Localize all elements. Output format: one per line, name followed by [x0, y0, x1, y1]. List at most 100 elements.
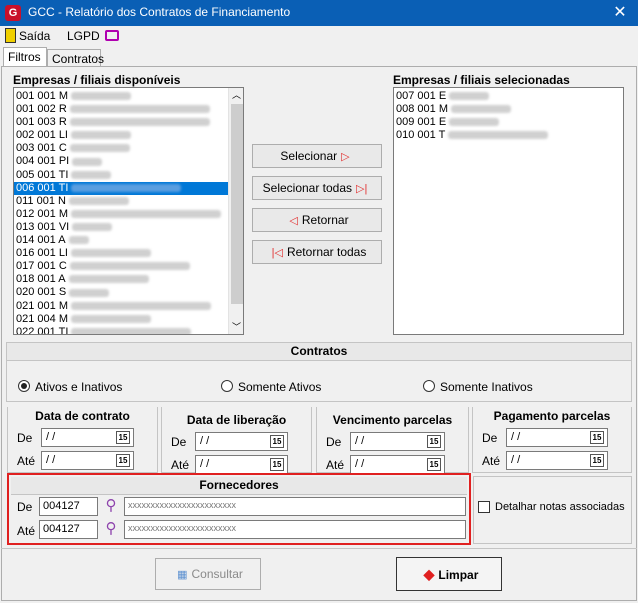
- date-group-title: Vencimento parcelas: [332, 413, 453, 427]
- list-item[interactable]: 021 004 M: [14, 313, 228, 326]
- detail-checkbox[interactable]: [478, 501, 490, 513]
- calendar-icon[interactable]: 15: [427, 435, 441, 448]
- date-to-input[interactable]: / / 15: [195, 455, 288, 474]
- calendar-icon[interactable]: 15: [427, 458, 441, 471]
- date-value: / /: [355, 435, 365, 447]
- list-item[interactable]: 001 002 R: [14, 103, 228, 116]
- list-item[interactable]: 017 001 C: [14, 260, 228, 273]
- menu-lgpd[interactable]: LGPD: [67, 29, 100, 43]
- search-icon[interactable]: ⚲: [103, 498, 119, 514]
- return-all-label: Retornar todas: [286, 245, 367, 259]
- calendar-icon[interactable]: 15: [116, 431, 130, 444]
- supplier-from-input[interactable]: 004127: [39, 497, 98, 516]
- search-icon[interactable]: ⚲: [103, 521, 119, 537]
- date-to-input[interactable]: / / 15: [350, 455, 445, 474]
- scroll-down-icon[interactable]: ﹀: [232, 320, 241, 333]
- date-to-input[interactable]: / / 15: [506, 451, 608, 470]
- menu-exit[interactable]: Saída: [19, 29, 50, 43]
- redacted-name: [68, 275, 149, 284]
- redacted-name: [71, 170, 112, 179]
- arrow-left-icon: ◁: [289, 215, 298, 227]
- list-item[interactable]: 007 001 E: [394, 90, 623, 103]
- date-group-title: Data de contrato: [35, 409, 130, 423]
- exit-icon[interactable]: [5, 28, 16, 43]
- select-button[interactable]: Selecionar ▷: [252, 144, 382, 168]
- list-item[interactable]: 018 001 A: [14, 273, 228, 286]
- supplier-to-input[interactable]: 004127: [39, 520, 98, 539]
- date-from-label: De: [17, 431, 33, 445]
- date-group-title: Pagamento parcelas: [493, 409, 611, 423]
- list-item[interactable]: 012 001 M: [14, 208, 228, 221]
- redacted-name: [69, 262, 190, 271]
- list-item[interactable]: 010 001 T: [394, 129, 623, 142]
- list-item[interactable]: 001 001 M: [14, 90, 228, 103]
- list-item-text: 012 001 M: [16, 207, 68, 220]
- available-label: Empresas / filiais disponíveis: [13, 73, 181, 87]
- return-label: Retornar: [301, 213, 349, 227]
- radio-ativos-inativos[interactable]: [18, 380, 30, 392]
- list-item[interactable]: 021 001 M: [14, 300, 228, 313]
- arrow-last-icon: ▷|: [356, 183, 368, 195]
- list-item-text: 004 001 PI: [16, 155, 70, 168]
- consult-button[interactable]: ▦ Consultar: [155, 558, 261, 590]
- list-item-text: 018 001 A: [16, 273, 66, 286]
- available-list[interactable]: 001 001 M 001 002 R 001 003 R 002 001 LI 003…: [13, 87, 244, 335]
- list-item[interactable]: 005 001 TI: [14, 169, 228, 182]
- list-item[interactable]: 016 001 LI: [14, 247, 228, 260]
- calendar-icon[interactable]: 15: [270, 435, 284, 448]
- select-label: Selecionar: [280, 149, 338, 163]
- list-item[interactable]: 001 003 R: [14, 116, 228, 129]
- date-to-label: Até: [171, 458, 190, 472]
- date-from-input[interactable]: / / 15: [350, 432, 445, 451]
- return-all-button[interactable]: |◁ Retornar todas: [252, 240, 382, 264]
- redacted-name: [70, 92, 131, 101]
- date-from-input[interactable]: / / 15: [41, 428, 134, 447]
- list-item[interactable]: 009 001 E: [394, 116, 623, 129]
- footer-divider: [1, 548, 637, 549]
- date-to-label: Até: [17, 454, 36, 468]
- date-from-input[interactable]: / / 15: [506, 428, 608, 447]
- selected-label: Empresas / filiais selecionadas: [393, 73, 570, 87]
- list-item[interactable]: 004 001 PI: [14, 155, 228, 168]
- tab-contratos[interactable]: Contratos: [47, 49, 104, 67]
- list-item-text: 003 001 C: [16, 142, 67, 155]
- list-item[interactable]: 008 001 M: [394, 103, 623, 116]
- select-all-button[interactable]: Selecionar todas ▷|: [252, 176, 382, 200]
- list-item-text: 022 001 TI: [16, 325, 69, 335]
- list-item[interactable]: 014 001 A: [14, 234, 228, 247]
- list-item-text: 021 004 M: [16, 312, 68, 325]
- clear-label: Limpar: [438, 568, 479, 582]
- list-item-text: 007 001 E: [396, 90, 447, 102]
- calendar-icon[interactable]: 15: [590, 431, 604, 444]
- list-item[interactable]: 013 001 VI: [14, 221, 228, 234]
- clear-button[interactable]: ◆ Limpar: [396, 557, 502, 591]
- scroll-thumb[interactable]: [231, 104, 243, 304]
- list-item[interactable]: 002 001 LI: [14, 129, 228, 142]
- date-to-input[interactable]: / / 15: [41, 451, 134, 470]
- list-item[interactable]: 003 001 C: [14, 142, 228, 155]
- calendar-icon[interactable]: 15: [270, 458, 284, 471]
- monitor-icon[interactable]: [105, 30, 119, 41]
- calendar-icon[interactable]: 15: [590, 454, 604, 467]
- radio-somente-ativos[interactable]: [221, 380, 233, 392]
- arrow-right-icon: ▷: [341, 151, 350, 163]
- supplier-to-label: Até: [17, 524, 36, 538]
- list-item[interactable]: 022 001 TI: [14, 325, 228, 335]
- calendar-icon[interactable]: 15: [116, 454, 130, 467]
- radio-somente-inativos[interactable]: [423, 380, 435, 392]
- tab-filtros[interactable]: Filtros: [3, 47, 47, 67]
- date-to-label: Até: [326, 458, 345, 472]
- date-from-input[interactable]: / / 15: [195, 432, 288, 451]
- list-item-text: 008 001 M: [396, 103, 448, 116]
- list-item[interactable]: 006 001 TI: [14, 181, 228, 195]
- return-button[interactable]: ◁ Retornar: [252, 208, 382, 232]
- redacted-name: [72, 223, 113, 232]
- close-icon[interactable]: ✕: [604, 1, 636, 25]
- list-item-text: 017 001 C: [16, 260, 67, 273]
- scroll-up-icon[interactable]: ︿: [232, 88, 241, 101]
- list-item[interactable]: 020 001 S: [14, 286, 228, 299]
- selected-list[interactable]: 007 001 E 008 001 M 009 001 E 010 001 T: [393, 87, 624, 335]
- list-item[interactable]: 011 001 N: [14, 195, 228, 208]
- date-value: / /: [46, 454, 56, 466]
- available-scrollbar[interactable]: ︿ ﹀: [228, 88, 243, 334]
